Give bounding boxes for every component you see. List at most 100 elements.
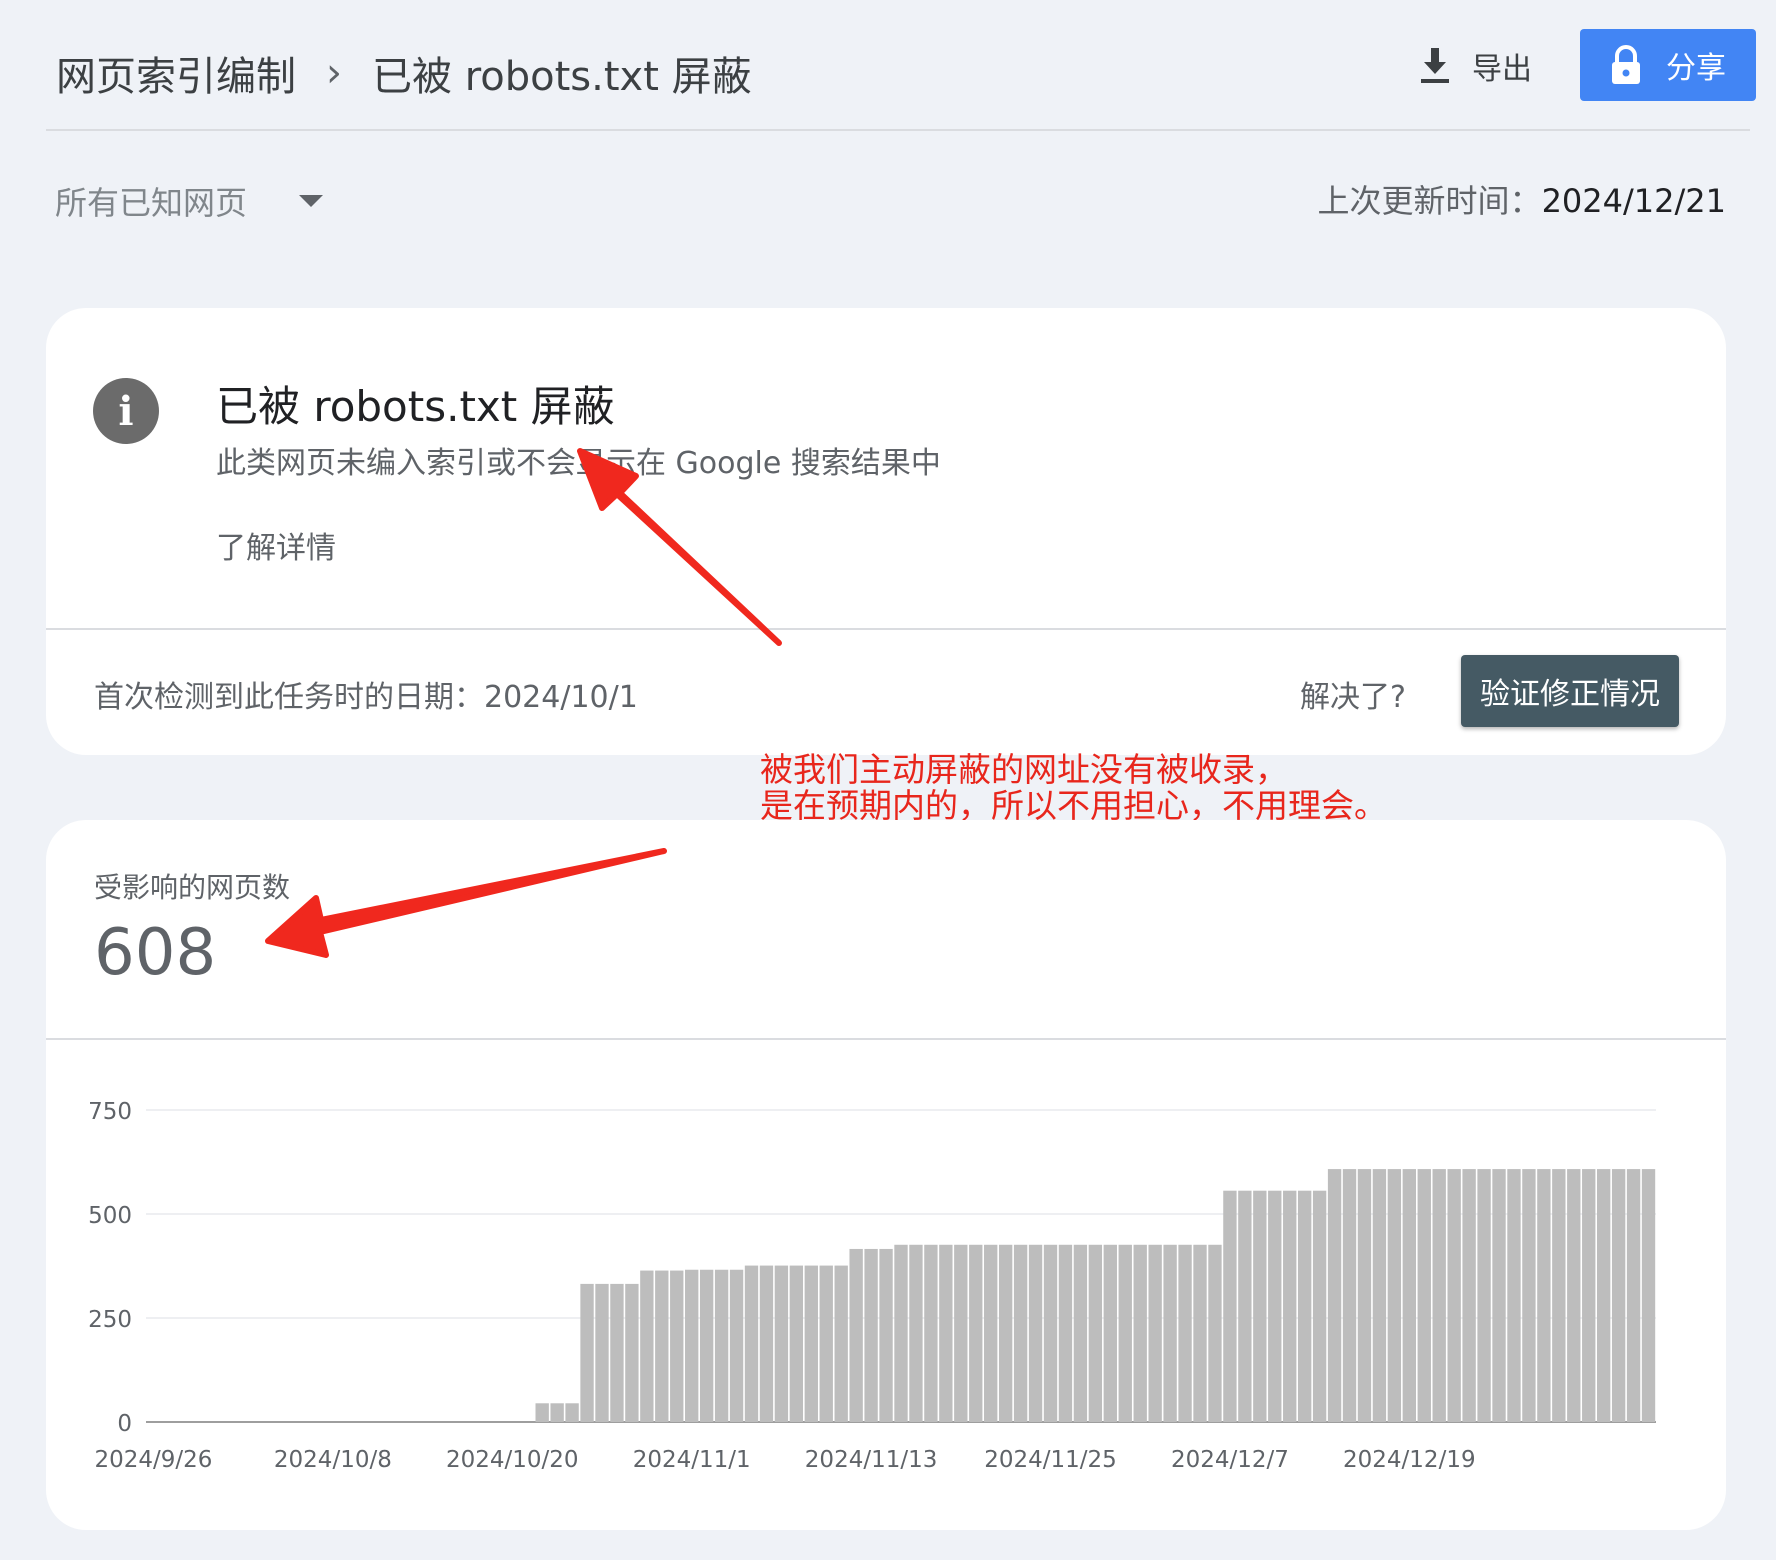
bar — [625, 1283, 639, 1422]
bar — [1103, 1244, 1117, 1422]
last-updated-value: 2024/12/21 — [1541, 182, 1726, 220]
last-updated: 上次更新时间：2024/12/21 — [1318, 176, 1726, 222]
bar — [804, 1265, 818, 1422]
issue-card: i 已被 robots.txt 屏蔽 此类网页未编入索引或不会显示在 Googl… — [46, 308, 1726, 755]
bar — [909, 1244, 923, 1422]
bar — [1357, 1169, 1372, 1422]
bar — [1148, 1244, 1162, 1422]
bar — [1342, 1169, 1357, 1422]
bar — [729, 1269, 744, 1422]
bar — [1387, 1169, 1402, 1422]
bar — [699, 1269, 714, 1422]
bar — [565, 1403, 579, 1422]
bar — [1073, 1244, 1088, 1422]
bar — [1238, 1190, 1252, 1422]
export-label: 导出 — [1472, 52, 1532, 87]
bar — [655, 1270, 669, 1422]
bar — [759, 1265, 774, 1422]
affected-pages-count: 608 — [94, 916, 217, 990]
bar — [1372, 1169, 1387, 1422]
bar — [984, 1244, 998, 1422]
bar — [1522, 1169, 1536, 1422]
y-tick-label: 250 — [88, 1307, 132, 1333]
bar — [1193, 1244, 1207, 1422]
bar — [1208, 1244, 1222, 1422]
bar — [1626, 1169, 1641, 1422]
bar — [954, 1244, 968, 1422]
affected-pages-card: 受影响的网页数 608 0 250 500 750 2024/9/26 2024/10/8… — [46, 820, 1726, 1530]
bar — [1088, 1244, 1103, 1422]
affected-pages-chart: 0 250 500 750 2024/9/26 2024/10/8 2024/10/20 20… — [88, 1099, 1656, 1473]
bar — [1312, 1190, 1327, 1422]
bar — [834, 1265, 848, 1422]
bar — [535, 1403, 549, 1422]
bar — [1596, 1169, 1611, 1422]
annotation-line-1: 被我们主动屏蔽的网址没有被收录， — [760, 750, 1288, 789]
y-tick-label: 500 — [88, 1203, 132, 1229]
share-button[interactable]: 分享 — [1580, 29, 1756, 101]
bar — [640, 1270, 654, 1422]
bar — [744, 1265, 759, 1422]
bar — [1492, 1169, 1506, 1422]
page-filter-dropdown[interactable]: 所有已知网页 — [55, 178, 324, 224]
first-detected-date: 首次检测到此任务时的日期：2024/10/1 — [94, 680, 638, 715]
bar — [1462, 1169, 1476, 1422]
bar — [1028, 1244, 1043, 1422]
bar — [1327, 1169, 1342, 1422]
bar — [1013, 1244, 1028, 1422]
chevron-right-icon: › — [326, 50, 342, 96]
bar — [714, 1269, 729, 1422]
bar — [1297, 1190, 1312, 1422]
filter-label: 所有已知网页 — [55, 184, 248, 222]
bar — [1417, 1169, 1431, 1422]
bar — [1567, 1169, 1581, 1422]
last-updated-label: 上次更新时间： — [1317, 182, 1542, 220]
bar — [1641, 1169, 1656, 1422]
bar — [1552, 1169, 1566, 1422]
x-tick-label: 2024/12/19 — [1343, 1447, 1476, 1473]
breadcrumb-current: 已被 robots.txt 屏蔽 — [372, 54, 752, 100]
bar — [1133, 1244, 1147, 1422]
learn-more-link[interactable]: 了解详情 — [216, 523, 336, 567]
bar — [1283, 1190, 1297, 1422]
validate-fix-button[interactable]: 验证修正情况 — [1461, 655, 1679, 727]
bar — [969, 1244, 983, 1422]
bar — [1477, 1169, 1491, 1422]
annotation-line-2: 是在预期内的，所以不用担心，不用理会。 — [760, 786, 1387, 825]
bar — [939, 1244, 953, 1422]
bar — [1058, 1244, 1073, 1422]
divider — [46, 628, 1726, 630]
export-button[interactable]: 导出 — [1420, 44, 1532, 88]
x-tick-label: 2024/10/8 — [274, 1447, 392, 1473]
y-tick-label: 0 — [117, 1411, 132, 1437]
resolved-question: 解决了? — [1300, 680, 1406, 715]
bar — [1432, 1169, 1446, 1422]
x-tick-label: 2024/11/13 — [805, 1447, 938, 1473]
x-tick-label: 2024/11/1 — [633, 1447, 751, 1473]
annotation-note: 被我们主动屏蔽的网址没有被收录， 是在预期内的，所以不用担心，不用理会。 — [760, 752, 1387, 824]
bar — [819, 1265, 833, 1422]
issue-description: 此类网页未编入索引或不会显示在 Google 搜索结果中 — [216, 446, 941, 481]
info-icon: i — [93, 378, 159, 444]
bar — [864, 1248, 878, 1422]
bar — [670, 1270, 684, 1422]
bar — [924, 1244, 938, 1422]
x-tick-label: 2024/12/7 — [1171, 1447, 1289, 1473]
breadcrumb: 网页索引编制 › 已被 robots.txt 屏蔽 — [56, 44, 752, 102]
breadcrumb-root[interactable]: 网页索引编制 — [56, 44, 296, 102]
bar — [998, 1244, 1013, 1422]
bar — [879, 1248, 893, 1422]
affected-pages-label: 受影响的网页数 — [94, 871, 291, 904]
bar — [1611, 1169, 1626, 1422]
share-label: 分享 — [1666, 51, 1726, 86]
bar — [610, 1283, 624, 1422]
download-icon — [1421, 48, 1449, 83]
x-tick-label: 2024/11/25 — [984, 1447, 1117, 1473]
bar — [1582, 1169, 1596, 1422]
bar — [1507, 1169, 1521, 1422]
bar — [1402, 1169, 1416, 1422]
bar — [685, 1269, 699, 1422]
bar — [1268, 1190, 1282, 1422]
bar — [849, 1248, 863, 1422]
bar — [1118, 1244, 1132, 1422]
